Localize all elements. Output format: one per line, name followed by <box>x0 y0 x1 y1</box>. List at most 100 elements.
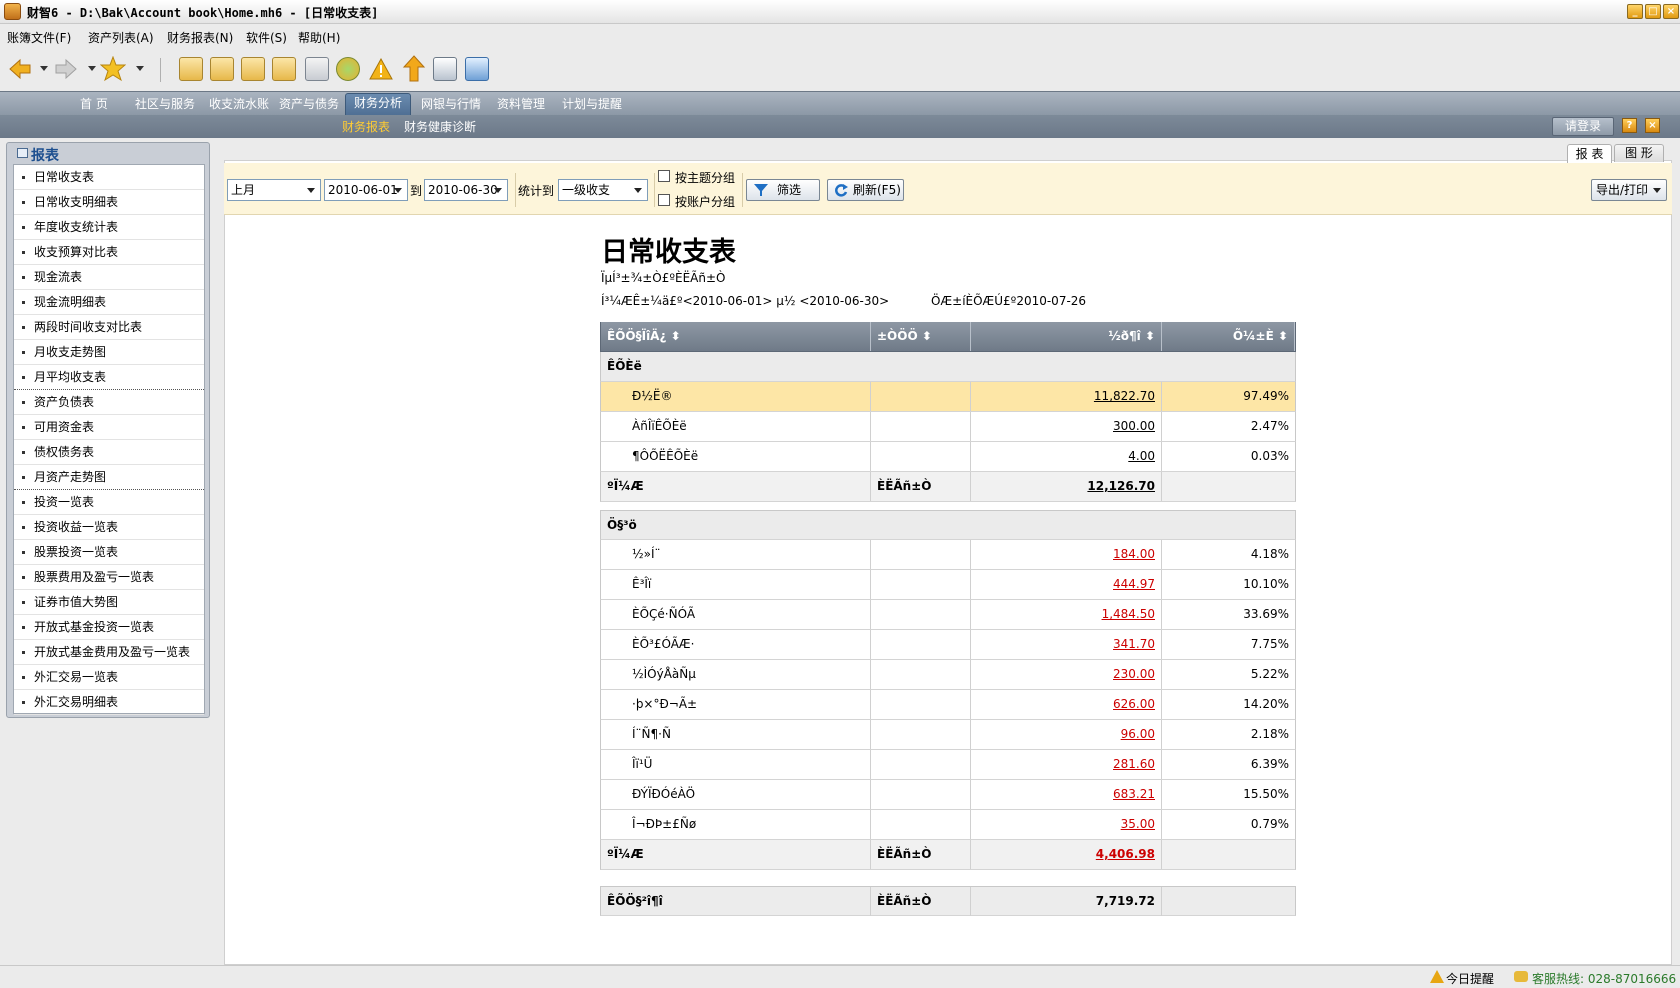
table-row[interactable]: Ð½Ë® 11,822.70 97.49% <box>600 382 1296 412</box>
menu-assets[interactable]: 资产列表(A) <box>88 29 154 46</box>
sidebar-item-period-compare[interactable]: 两段时间收支对比表 <box>14 315 204 340</box>
amount-link[interactable]: 12,126.70 <box>1087 479 1155 493</box>
amount-link[interactable]: 281.60 <box>1113 757 1155 771</box>
column-header-percent[interactable]: Õ¼±È ⬍ <box>1162 322 1295 351</box>
sidebar-item-forex-detail[interactable]: 外汇交易明细表 <box>14 690 204 715</box>
amount-link[interactable]: 4,406.98 <box>1096 847 1155 861</box>
amount-link[interactable]: 300.00 <box>1113 419 1155 433</box>
income-book-icon[interactable] <box>179 57 203 81</box>
forward-arrow-icon[interactable] <box>54 58 78 80</box>
loan-book-icon[interactable] <box>272 57 296 81</box>
nav-tab-plans[interactable]: 计划与提醒 <box>554 95 630 115</box>
warning-icon[interactable] <box>369 58 393 80</box>
favorite-star-icon[interactable] <box>100 56 126 82</box>
sidebar-item-fund-pnl[interactable]: 开放式基金费用及盈亏一览表 <box>14 640 204 665</box>
sidebar-item-investments[interactable]: 投资一览表 <box>14 490 204 515</box>
subnav-health-check[interactable]: 财务健康诊断 <box>404 118 476 135</box>
column-header-currency[interactable]: ±ÒÖÖ ⬍ <box>871 322 971 351</box>
table-row[interactable]: ½ÌÓýÅàÑµ 230.00 5.22% <box>600 660 1296 690</box>
nav-tab-ledger[interactable]: 收支流水账 <box>201 95 277 115</box>
sidebar-item-stock-pnl[interactable]: 股票费用及盈亏一览表 <box>14 565 204 590</box>
help-icon[interactable]: ? <box>1622 118 1637 133</box>
period-select[interactable]: 上月 <box>227 179 321 201</box>
menu-reports[interactable]: 财务报表(N) <box>167 29 233 46</box>
table-row[interactable]: ½»Í¨ 184.00 4.18% <box>600 540 1296 570</box>
group-by-account-checkbox[interactable] <box>658 194 670 206</box>
nav-tab-assets[interactable]: 资产与债务 <box>271 95 347 115</box>
table-row[interactable]: ÈÕ³£ÓÃÆ· 341.70 7.75% <box>600 630 1296 660</box>
sidebar-item-daily-income-expense[interactable]: 日常收支表 <box>14 165 204 190</box>
amount-link[interactable]: 96.00 <box>1121 727 1155 741</box>
table-row[interactable]: ¶ÔÕËÊÕÈë 4.00 0.03% <box>600 442 1296 472</box>
favorite-dropdown-icon[interactable] <box>136 66 144 72</box>
sidebar-item-budget-compare[interactable]: 收支预算对比表 <box>14 240 204 265</box>
start-date-picker[interactable]: 2010-06-01 <box>324 179 408 201</box>
expense-book-icon[interactable] <box>210 57 234 81</box>
level-select[interactable]: 一级收支 <box>558 179 648 201</box>
nav-tab-data[interactable]: 资料管理 <box>489 95 553 115</box>
table-row[interactable]: Î¬ÐÞ±£Ñø 35.00 0.79% <box>600 810 1296 840</box>
menu-file[interactable]: 账簿文件(F) <box>7 29 71 46</box>
back-dropdown-icon[interactable] <box>40 66 48 72</box>
sidebar-item-asset-trend[interactable]: 月资产走势图 <box>14 465 204 490</box>
search-budget-icon[interactable] <box>336 57 360 81</box>
sidebar-item-investment-returns[interactable]: 投资收益一览表 <box>14 515 204 540</box>
close-panel-icon[interactable]: × <box>1645 118 1660 133</box>
amount-link[interactable]: 184.00 <box>1113 547 1155 561</box>
amount-link[interactable]: 341.70 <box>1113 637 1155 651</box>
table-row[interactable]: ÈÕÇé·ÑÓÃ 1,484.50 33.69% <box>600 600 1296 630</box>
amount-link[interactable]: 626.00 <box>1113 697 1155 711</box>
sidebar-item-cash-flow-detail[interactable]: 现金流明细表 <box>14 290 204 315</box>
sidebar-item-debts[interactable]: 债权债务表 <box>14 440 204 465</box>
tab-report[interactable]: 报 表 <box>1567 144 1612 163</box>
column-header-item[interactable]: ÊÕÖ§ÏîÄ¿ ⬍ <box>601 322 871 351</box>
maximize-button[interactable]: □ <box>1645 4 1661 19</box>
sidebar-item-fund-investments[interactable]: 开放式基金投资一览表 <box>14 615 204 640</box>
sidebar-item-daily-detail[interactable]: 日常收支明细表 <box>14 190 204 215</box>
printer-icon[interactable] <box>433 57 457 81</box>
menu-software[interactable]: 软件(S) <box>246 29 287 46</box>
sidebar-item-annual-stats[interactable]: 年度收支统计表 <box>14 215 204 240</box>
table-row[interactable]: Ê³Îï 444.97 10.10% <box>600 570 1296 600</box>
menu-help[interactable]: 帮助(H) <box>298 29 340 46</box>
group-by-subject-checkbox[interactable] <box>658 170 670 182</box>
filter-button[interactable]: 筛选 <box>746 179 820 201</box>
sidebar-item-balance-sheet[interactable]: 资产负债表 <box>14 390 204 415</box>
amount-link[interactable]: 444.97 <box>1113 577 1155 591</box>
nav-tab-home[interactable]: 首 页 <box>72 95 116 115</box>
calculator-icon[interactable] <box>305 57 329 81</box>
login-button[interactable]: 请登录 <box>1552 117 1614 136</box>
back-arrow-icon[interactable] <box>8 58 32 80</box>
minimize-button[interactable]: _ <box>1627 4 1643 19</box>
column-header-amount[interactable]: ½ð¶î ⬍ <box>971 322 1162 351</box>
subnav-financial-reports[interactable]: 财务报表 <box>342 118 390 135</box>
sidebar-item-cash-flow[interactable]: 现金流表 <box>14 265 204 290</box>
sidebar-item-available-funds[interactable]: 可用资金表 <box>14 415 204 440</box>
end-date-picker[interactable]: 2010-06-30 <box>424 179 508 201</box>
sidebar-item-monthly-average[interactable]: 月平均收支表 <box>14 365 204 390</box>
amount-link[interactable]: 1,484.50 <box>1102 607 1155 621</box>
export-print-button[interactable]: 导出/打印 <box>1591 179 1667 201</box>
sidebar-item-stock-investments[interactable]: 股票投资一览表 <box>14 540 204 565</box>
window-layout-icon[interactable] <box>465 57 489 81</box>
amount-link[interactable]: 4.00 <box>1128 449 1155 463</box>
amount-link[interactable]: 683.21 <box>1113 787 1155 801</box>
upload-arrow-icon[interactable] <box>402 55 426 83</box>
table-row[interactable]: ÐÝÏÐÓéÀÖ 683.21 15.50% <box>600 780 1296 810</box>
nav-tab-community[interactable]: 社区与服务 <box>127 95 203 115</box>
amount-link[interactable]: 230.00 <box>1113 667 1155 681</box>
nav-tab-analysis[interactable]: 财务分析 <box>345 93 412 115</box>
table-row[interactable]: Îï¹Ü 281.60 6.39% <box>600 750 1296 780</box>
table-row[interactable]: ÀñÎïÊÕÈë 300.00 2.47% <box>600 412 1296 442</box>
table-row[interactable]: Í¨Ñ¶·Ñ 96.00 2.18% <box>600 720 1296 750</box>
close-window-button[interactable]: × <box>1663 4 1679 19</box>
nav-tab-banking[interactable]: 网银与行情 <box>413 95 489 115</box>
today-reminder-link[interactable]: 今日提醒 <box>1446 970 1494 987</box>
transfer-book-icon[interactable] <box>241 57 265 81</box>
sidebar-item-market-value-trend[interactable]: 证券市值大势图 <box>14 590 204 615</box>
table-row[interactable]: ·þ×°Ð¬Ã± 626.00 14.20% <box>600 690 1296 720</box>
amount-link[interactable]: 11,822.70 <box>1094 389 1155 403</box>
refresh-button[interactable]: 刷新(F5) <box>827 179 904 201</box>
forward-dropdown-icon[interactable] <box>88 66 96 72</box>
sidebar-item-monthly-trend[interactable]: 月收支走势图 <box>14 340 204 365</box>
